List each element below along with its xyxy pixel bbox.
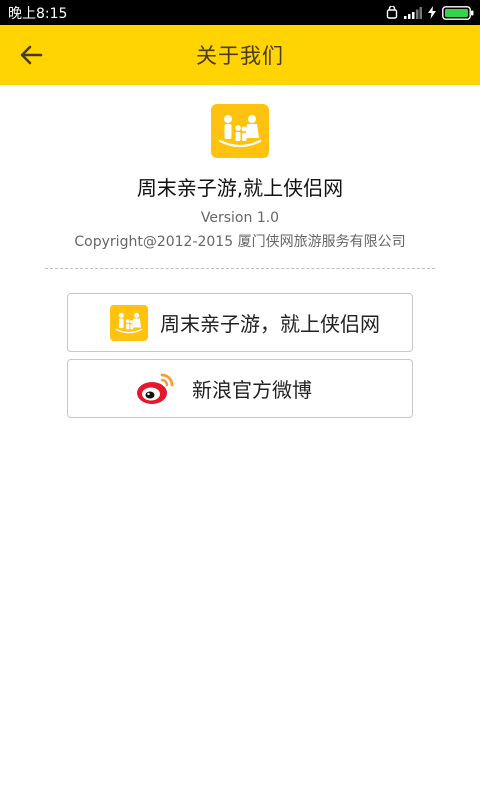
weibo-link-button[interactable]: 新浪官方微博 bbox=[67, 359, 413, 418]
status-time: 晚上8:15 bbox=[8, 5, 68, 22]
family-logo-icon bbox=[218, 115, 262, 148]
app-bar: 关于我们 bbox=[0, 25, 480, 85]
website-link-label: 周末亲子游，就上侠侣网 bbox=[160, 312, 380, 336]
battery-icon bbox=[442, 5, 474, 20]
copyright-text: Copyright@2012-2015 厦门侠网旅游服务有限公司 bbox=[74, 234, 406, 250]
charging-icon bbox=[428, 6, 436, 19]
website-link-button[interactable]: 周末亲子游，就上侠侣网 bbox=[67, 293, 413, 352]
status-bar: 晚上8:15 bbox=[0, 0, 480, 25]
signal-icon bbox=[404, 6, 422, 19]
version-text: Version 1.0 bbox=[200, 210, 280, 226]
app-slogan: 周末亲子游,就上侠侣网 bbox=[136, 176, 344, 200]
dashed-divider bbox=[45, 268, 435, 269]
alarm-icon bbox=[386, 5, 398, 19]
family-logo-icon bbox=[110, 304, 148, 341]
back-button[interactable] bbox=[14, 40, 48, 70]
weibo-link-label: 新浪官方微博 bbox=[192, 378, 312, 402]
page-title: 关于我们 bbox=[196, 44, 284, 68]
status-icons bbox=[386, 5, 474, 20]
weibo-icon bbox=[136, 369, 176, 409]
arrow-left-icon bbox=[20, 45, 43, 65]
app-logo bbox=[211, 104, 269, 158]
